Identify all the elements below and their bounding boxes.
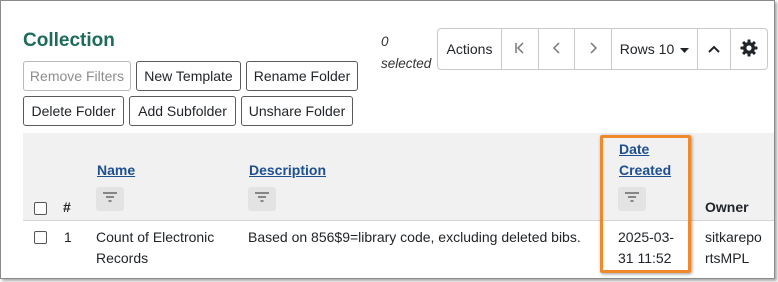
add-subfolder-button[interactable]: Add Subfolder (129, 96, 236, 126)
unshare-folder-button[interactable]: Unshare Folder (241, 96, 353, 126)
column-date-created-header[interactable]: Date Created (619, 139, 671, 181)
first-page-icon (513, 39, 527, 60)
column-description-header[interactable]: Description (249, 160, 326, 181)
chevron-up-icon (708, 41, 720, 57)
gear-icon (740, 39, 758, 60)
row-date-created: 2025-03- 31 11:52 (618, 227, 674, 269)
previous-page-button[interactable] (539, 29, 575, 69)
rows-per-page-select[interactable]: Rows 10 (612, 29, 698, 69)
delete-folder-button[interactable]: Delete Folder (23, 96, 124, 126)
rename-folder-button[interactable]: Rename Folder (246, 61, 358, 91)
date-created-label-line1: Date (619, 141, 650, 157)
collection-panel: Collection Remove Filters New Template R… (0, 0, 775, 279)
name-filter-button[interactable] (96, 187, 124, 211)
page-title: Collection (23, 30, 115, 51)
caret-down-icon (680, 41, 690, 57)
description-filter-button[interactable] (248, 187, 276, 211)
date-created-label-line2: Created (619, 162, 672, 178)
column-owner-header: Owner (705, 199, 749, 215)
row-number: 1 (64, 229, 72, 245)
row-name: Count of Electronic Records (96, 227, 214, 269)
row-description: Based on 856$9=library code, excluding d… (248, 229, 581, 245)
first-page-button[interactable] (502, 29, 539, 69)
row-date-line2: 31 11:52 (618, 250, 672, 266)
selected-count: 0 selected (381, 31, 431, 75)
column-name-header[interactable]: Name (97, 160, 135, 181)
filter-icon (102, 190, 118, 208)
rows-per-page-label: Rows 10 (619, 41, 675, 57)
new-template-button[interactable]: New Template (136, 61, 241, 91)
previous-page-icon (550, 39, 564, 60)
row-owner: sitkarepo rtsMPL (705, 227, 762, 269)
row-owner-line1: sitkarepo (705, 229, 762, 245)
next-page-button[interactable] (575, 29, 612, 69)
grid-toolbar: Actions Rows 10 (437, 28, 768, 70)
selected-number: 0 (381, 34, 389, 49)
row-select-checkbox[interactable] (34, 231, 47, 244)
remove-filters-button[interactable]: Remove Filters (23, 61, 131, 91)
actions-button[interactable]: Actions (438, 29, 502, 69)
date-created-filter-button[interactable] (618, 187, 646, 211)
selected-label: selected (381, 56, 432, 71)
select-all-checkbox[interactable] (34, 202, 47, 215)
settings-button[interactable] (731, 29, 767, 69)
next-page-icon (586, 39, 600, 60)
column-number-header: # (63, 199, 71, 215)
filter-icon (624, 190, 640, 208)
actions-label: Actions (446, 41, 493, 57)
row-name-line1: Count of Electronic (96, 229, 215, 245)
row-name-line2: Records (96, 250, 149, 266)
collapse-button[interactable] (698, 29, 731, 69)
row-owner-line2: rtsMPL (705, 250, 750, 266)
row-date-line1: 2025-03- (618, 229, 675, 245)
filter-icon (254, 190, 270, 208)
